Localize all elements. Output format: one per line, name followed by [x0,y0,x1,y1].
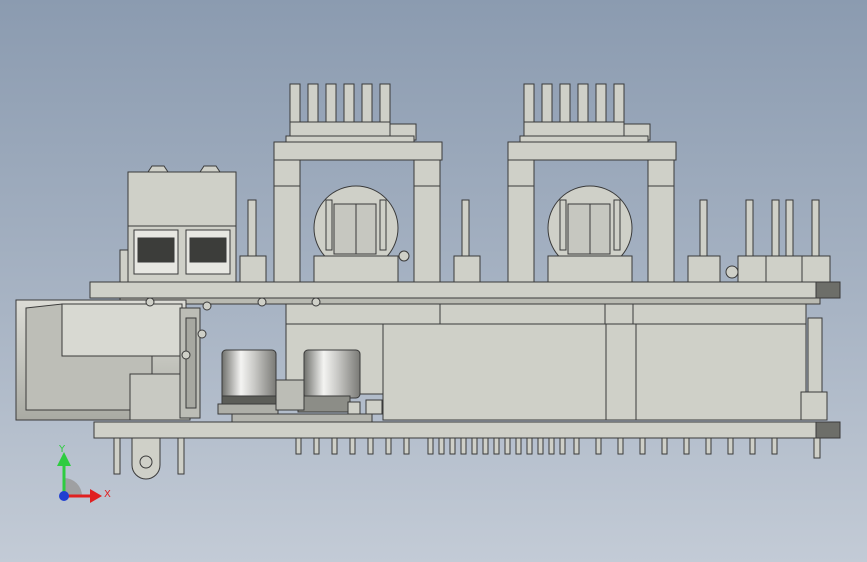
bottom-pin [449,437,456,455]
bottom-pin [385,437,392,455]
bottom-pin [559,437,566,455]
bottom-pin [349,437,356,455]
y-axis-label: Y [58,444,66,455]
x-axis-label: X [104,489,111,500]
bottom-pin [548,437,555,455]
bottom-header-pins [295,437,821,459]
bottom-pin [683,437,690,455]
bottom-pin [313,437,320,455]
bottom-pin [813,437,821,459]
bottom-pin [705,437,712,455]
regulator-bracket-left [273,141,443,283]
bottom-pin [526,437,533,455]
inductor-block [285,303,807,421]
top-pcb [89,281,841,305]
bottom-pin [493,437,500,455]
bottom-pin [727,437,734,455]
bottom-pin [771,437,778,455]
coordinate-triad: Y X [57,444,111,503]
bottom-pin [367,437,374,455]
bottom-pin [595,437,602,455]
bottom-pin [460,437,467,455]
bottom-pin [438,437,445,455]
cad-viewport[interactable]: Y X [0,0,867,562]
bottom-pin [617,437,624,455]
bottom-pin [403,437,410,455]
bottom-pin [295,437,302,455]
bottom-pin [427,437,434,455]
cad-drawing: Y X [15,83,841,503]
screw-terminal-block [119,165,267,283]
bottom-pin [504,437,511,455]
z-axis-dot [59,491,69,501]
bottom-pin [482,437,489,455]
bottom-pcb [93,421,841,439]
bottom-pin [661,437,668,455]
bottom-pin [639,437,646,455]
bottom-pin [515,437,522,455]
bottom-pin [331,437,338,455]
capacitor-left [217,349,279,415]
regulator-bracket-right [507,141,677,283]
heatsink-right [519,83,651,143]
bottom-pin [749,437,756,455]
dc-barrel-jack [15,299,212,480]
bottom-pin [573,437,580,455]
bottom-pin [471,437,478,455]
bottom-pin [537,437,544,455]
heatsink-left [285,83,417,143]
